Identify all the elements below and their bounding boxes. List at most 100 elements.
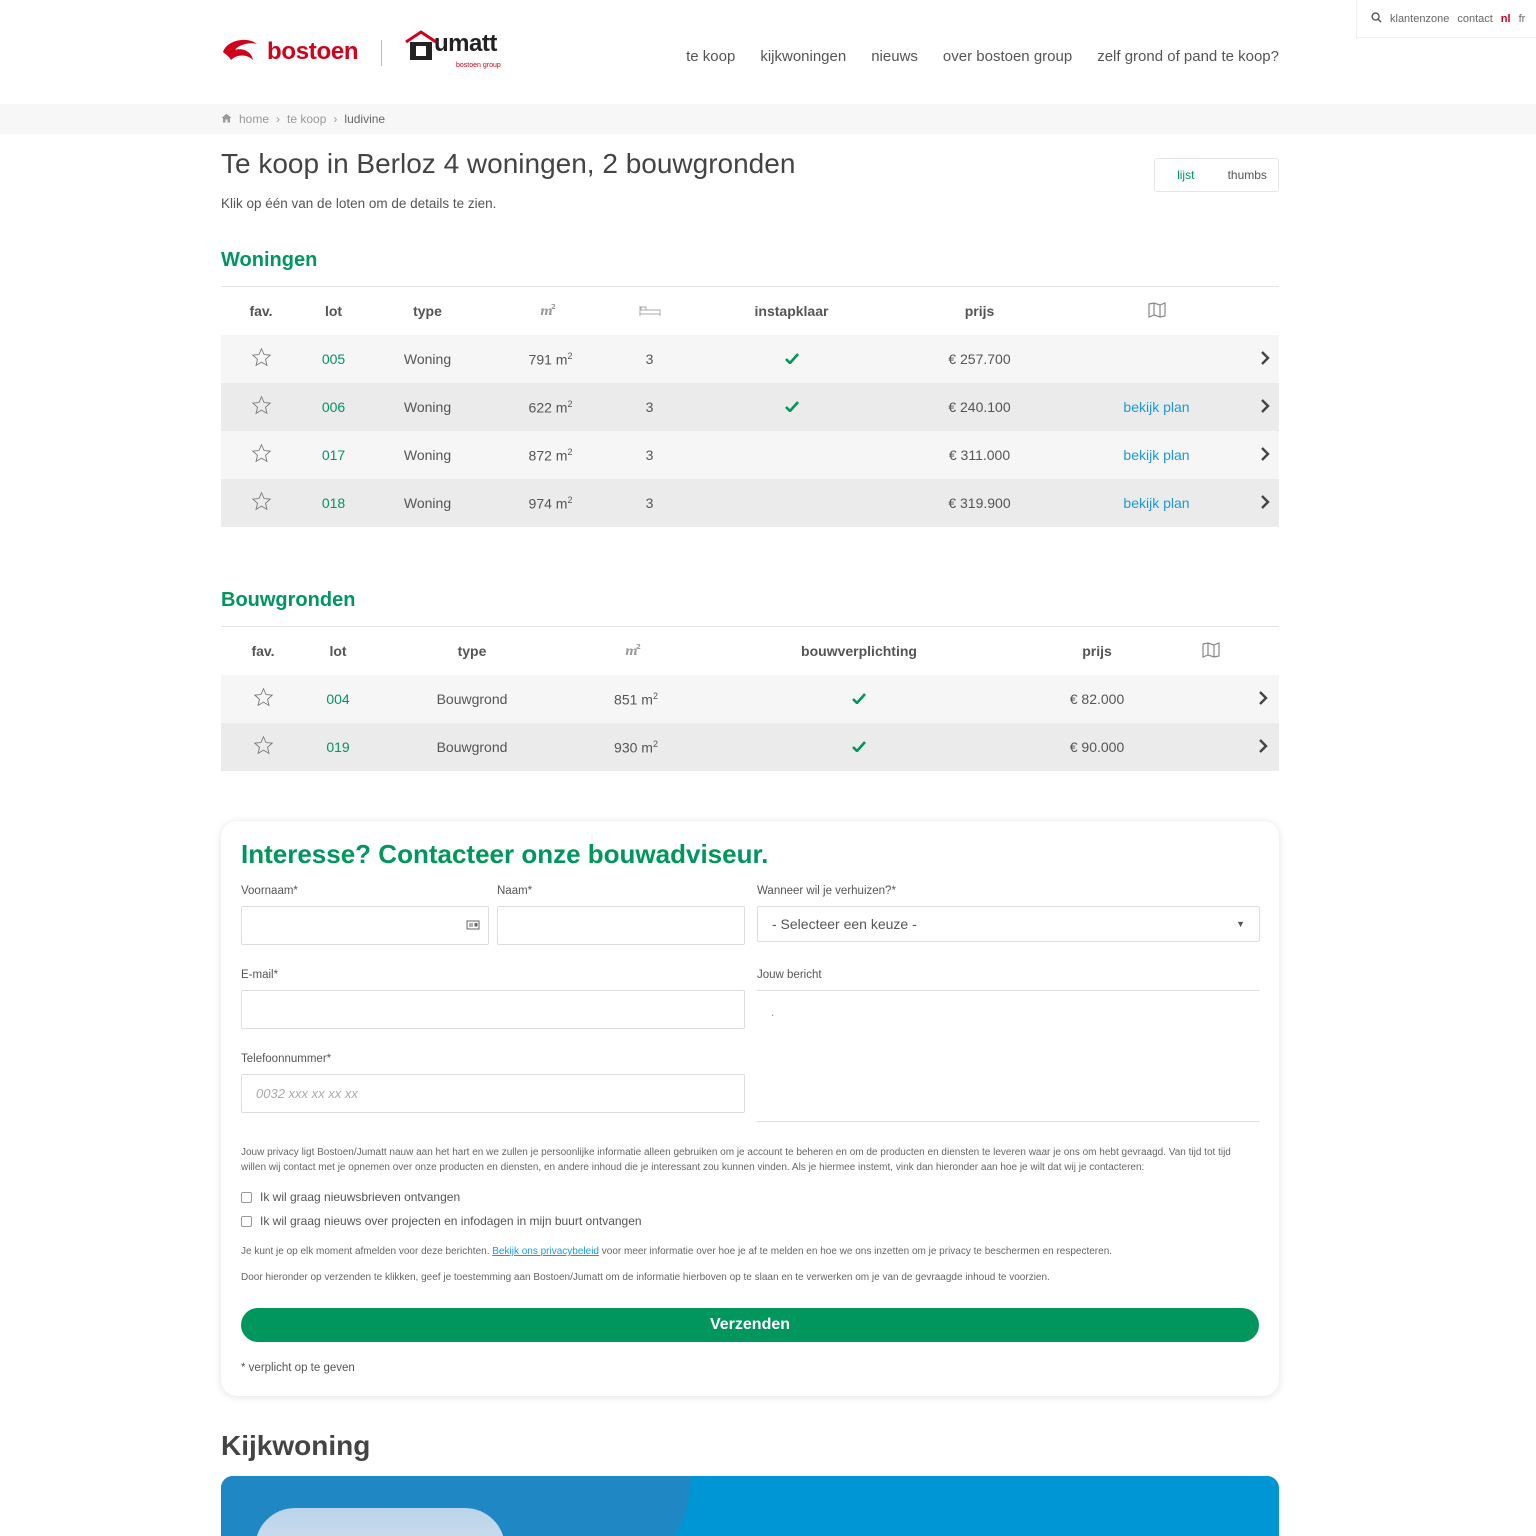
nav-nieuws[interactable]: nieuws: [871, 48, 918, 65]
chevron-down-icon: ▼: [1236, 919, 1245, 929]
unsubscribe-after: voor meer informatie over hoe je af te m…: [601, 1246, 1113, 1257]
lot-type: Woning: [403, 351, 452, 367]
lot-beds: 3: [645, 447, 654, 463]
checkbox-box[interactable]: [241, 1215, 252, 1227]
chevron-right-icon[interactable]: [1247, 738, 1279, 756]
telefoon-label: Telefoonnummer*: [241, 1053, 332, 1065]
jumatt-logo-text: umatt: [434, 30, 497, 57]
map-icon: [1175, 641, 1247, 661]
contact-card-icon: [466, 920, 480, 930]
svg-text:2: 2: [551, 303, 556, 311]
nav-zelf-grond[interactable]: zelf grond of pand te koop?: [1097, 48, 1279, 65]
star-icon[interactable]: [221, 687, 305, 711]
home-icon[interactable]: [221, 112, 232, 126]
lot-plan-link[interactable]: bekijk plan: [1063, 495, 1250, 511]
email-input[interactable]: [241, 990, 745, 1029]
table-row[interactable]: 017 Woning 872 m2 3 € 311.000 bekijk pla…: [221, 431, 1279, 479]
breadcrumb-te-koop[interactable]: te koop: [287, 112, 326, 126]
woningen-table: fav. lot type m2 instapklaar prijs 005 W…: [221, 286, 1279, 527]
header-type: type: [413, 303, 442, 319]
newsletter-checkbox[interactable]: Ik wil graag nieuwsbrieven ontvangen: [241, 1190, 460, 1204]
table-row[interactable]: 006 Woning 622 m2 3 € 240.100 bekijk pla…: [221, 383, 1279, 431]
breadcrumb-home[interactable]: home: [239, 112, 269, 126]
star-icon[interactable]: [221, 395, 301, 419]
page-subtitle: Klik op één van de loten om de details t…: [221, 196, 497, 211]
newsletter-checkbox-label: Ik wil graag nieuwsbrieven ontvangen: [260, 1190, 461, 1204]
view-thumbs-button[interactable]: thumbs: [1217, 168, 1279, 182]
nav-over-bostoen-group[interactable]: over bostoen group: [943, 48, 1072, 65]
chevron-right-icon[interactable]: [1247, 690, 1279, 708]
jumatt-logo-subtitle: bostoen group: [456, 62, 501, 69]
page-title: Te koop in Berloz 4 woningen, 2 bouwgron…: [221, 148, 796, 179]
privacy-policy-link[interactable]: Bekijk ons privacybeleid: [492, 1246, 599, 1257]
lot-price: € 90.000: [1069, 739, 1125, 755]
lot-plan-link[interactable]: bekijk plan: [1063, 447, 1250, 463]
table-header: fav. lot type m2 bouwverplichting prijs: [221, 627, 1279, 675]
lot-number[interactable]: 019: [305, 739, 371, 755]
verhuizen-label: Wanneer wil je verhuizen?*: [757, 885, 896, 897]
check-icon: [687, 351, 896, 367]
lot-number[interactable]: 005: [301, 351, 366, 367]
table-row[interactable]: 004 Bouwgrond 851 m2 € 82.000: [221, 675, 1279, 723]
lot-number[interactable]: 017: [301, 447, 366, 463]
lot-price: € 257.700: [948, 351, 1011, 367]
checkbox-box[interactable]: [241, 1191, 252, 1203]
submit-button[interactable]: Verzenden: [241, 1308, 1259, 1342]
bericht-textarea[interactable]: .: [757, 990, 1260, 1122]
star-icon[interactable]: [221, 491, 301, 515]
voornaam-label: Voornaam*: [241, 885, 298, 897]
kijkwoning-title: Kijkwoning: [221, 1430, 371, 1461]
site-header: bostoen umatt bostoen group te koop kijk…: [0, 0, 1536, 104]
voornaam-input[interactable]: [241, 906, 489, 945]
lot-area: 872 m2: [528, 446, 573, 464]
jumatt-logo-icon: [405, 30, 437, 60]
lot-area: 851 m2: [614, 690, 658, 708]
naam-input[interactable]: [497, 906, 745, 945]
kijkwoning-photo: [255, 1508, 505, 1536]
header-lot: lot: [324, 303, 343, 319]
verhuizen-select[interactable]: - Selecteer een keuze - ▼: [757, 906, 1260, 942]
header-type: type: [457, 643, 487, 659]
kijkwoning-banner[interactable]: [221, 1476, 1279, 1536]
view-list-button[interactable]: lijst: [1155, 168, 1217, 182]
table-row[interactable]: 019 Bouwgrond 930 m2 € 90.000: [221, 723, 1279, 771]
star-icon[interactable]: [221, 443, 301, 467]
unsubscribe-text: Je kunt je op elk moment afmelden voor d…: [241, 1244, 1251, 1259]
table-row[interactable]: 018 Woning 974 m2 3 € 319.900 bekijk pla…: [221, 479, 1279, 527]
telefoon-input[interactable]: 0032 xxx xx xx xx: [241, 1074, 745, 1113]
jumatt-logo[interactable]: umatt bostoen group: [404, 30, 501, 69]
table-header: fav. lot type m2 instapklaar prijs: [221, 287, 1279, 335]
lot-number[interactable]: 004: [305, 691, 371, 707]
star-icon[interactable]: [221, 735, 305, 759]
nav-kijkwoningen[interactable]: kijkwoningen: [760, 48, 846, 65]
naam-label: Naam*: [497, 885, 533, 897]
lot-price: € 82.000: [1069, 691, 1125, 707]
bouwgronden-title: Bouwgronden: [221, 589, 356, 611]
lot-plan-link[interactable]: bekijk plan: [1063, 399, 1250, 415]
bostoen-logo[interactable]: bostoen: [221, 36, 359, 68]
table-row[interactable]: 005 Woning 791 m2 3 € 257.700: [221, 335, 1279, 383]
lot-type: Bouwgrond: [436, 739, 508, 755]
chevron-right-icon[interactable]: [1250, 494, 1279, 512]
nav-te-koop[interactable]: te koop: [686, 48, 735, 65]
lot-area: 930 m2: [614, 738, 658, 756]
telefoon-placeholder: 0032 xxx xx xx xx: [256, 1086, 358, 1101]
bed-icon: [612, 302, 687, 321]
breadcrumb: home › te koop › ludivine: [221, 112, 385, 126]
header-lot: lot: [329, 643, 347, 659]
lot-number[interactable]: 006: [301, 399, 366, 415]
star-icon[interactable]: [221, 347, 301, 371]
header-instapklaar: instapklaar: [754, 303, 829, 319]
header-bouwverplichting: bouwverplichting: [801, 643, 917, 659]
news-projects-checkbox[interactable]: Ik wil graag nieuws over projecten en in…: [241, 1214, 642, 1228]
chevron-right-icon[interactable]: [1250, 398, 1279, 416]
lot-price: € 319.900: [948, 495, 1011, 511]
main-nav: te koop kijkwoningen nieuws over bostoen…: [686, 48, 1279, 65]
lot-price: € 311.000: [948, 447, 1011, 463]
verhuizen-selected-value: - Selecteer een keuze -: [772, 916, 917, 932]
chevron-right-icon[interactable]: [1250, 350, 1279, 368]
header-fav: fav.: [251, 643, 275, 659]
view-toggle: lijst thumbs: [1154, 158, 1279, 192]
lot-number[interactable]: 018: [301, 495, 366, 511]
chevron-right-icon[interactable]: [1250, 446, 1279, 464]
